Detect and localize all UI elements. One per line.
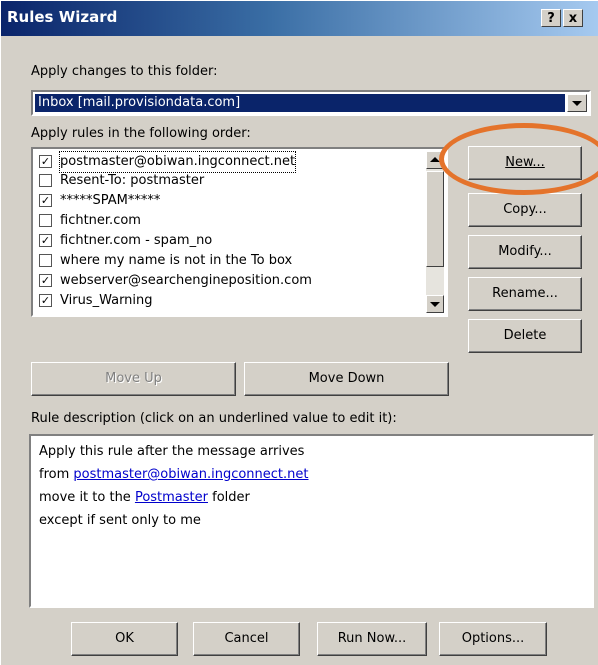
rule-checkbox[interactable]: ✓ <box>39 294 52 307</box>
move-down-button[interactable]: Move Down <box>244 362 449 396</box>
rule-label: where my name is not in the To box <box>60 253 293 268</box>
rule-description-box: Apply this rule after the message arrive… <box>29 434 594 608</box>
chevron-down-icon <box>430 302 440 307</box>
sender-address-link[interactable]: postmaster@obiwan.ingconnect.net <box>73 467 308 482</box>
copy-button-label: Copy... <box>503 202 547 217</box>
rule-checkbox[interactable]: ✓ <box>39 234 52 247</box>
rule-checkbox[interactable]: ✓ <box>39 274 52 287</box>
rule-checkbox[interactable]: ✓ <box>39 194 52 207</box>
rule-item[interactable]: ✓ *****SPAM***** <box>37 191 417 211</box>
delete-rule-button[interactable]: Delete <box>468 319 582 353</box>
description-line: from postmaster@obiwan.ingconnect.net <box>39 467 309 482</box>
rule-label: Resent-To: postmaster <box>60 173 205 188</box>
rule-label: webserver@searchengineposition.com <box>60 273 312 288</box>
dialog-title: Rules Wizard <box>7 8 118 26</box>
description-line: move it to the Postmaster folder <box>39 490 250 505</box>
rule-checkbox[interactable] <box>39 174 52 187</box>
new-button-label: New... <box>505 155 545 170</box>
description-line: Apply this rule after the message arrive… <box>39 444 305 459</box>
ok-button-label: OK <box>115 631 134 646</box>
scroll-thumb[interactable] <box>426 171 444 267</box>
close-button[interactable]: x <box>563 9 583 27</box>
new-rule-button[interactable]: New... <box>468 146 582 180</box>
rules-list[interactable]: ✓ postmaster@obiwan.ingconnect.net Resen… <box>31 147 448 317</box>
rule-item[interactable]: fichtner.com <box>37 211 417 231</box>
rules-wizard-dialog: Rules Wizard ? x Apply changes to this f… <box>0 0 598 665</box>
cancel-button-label: Cancel <box>224 631 269 646</box>
description-line: except if sent only to me <box>39 513 201 528</box>
rule-item[interactable]: ✓ webserver@searchengineposition.com <box>37 271 417 291</box>
rename-button-label: Rename... <box>492 286 558 301</box>
rule-item[interactable]: ✓ fichtner.com - spam_no <box>37 231 417 251</box>
chevron-up-icon <box>430 157 440 162</box>
move-up-label: Move Up <box>105 371 162 386</box>
rule-item[interactable]: where my name is not in the To box <box>37 251 417 271</box>
scroll-up-button[interactable] <box>426 151 444 169</box>
description-text: move it to the <box>39 490 135 505</box>
ok-button[interactable]: OK <box>71 622 178 656</box>
help-button[interactable]: ? <box>541 9 561 27</box>
description-text: folder <box>207 490 250 505</box>
scroll-down-button[interactable] <box>426 295 444 313</box>
rule-label: Virus_Warning <box>60 293 153 308</box>
modify-rule-button[interactable]: Modify... <box>468 235 582 269</box>
rule-label: postmaster@obiwan.ingconnect.net <box>58 151 297 173</box>
rules-order-label: Apply rules in the following order: <box>31 126 251 141</box>
rule-item[interactable]: Resent-To: postmaster <box>37 171 417 191</box>
rename-rule-button[interactable]: Rename... <box>468 277 582 311</box>
move-down-label: Move Down <box>308 371 385 386</box>
target-folder-link[interactable]: Postmaster <box>135 490 208 505</box>
rule-checkbox[interactable] <box>39 254 52 267</box>
rule-item[interactable]: ✓ Virus_Warning <box>37 291 417 311</box>
description-text: from <box>39 467 74 482</box>
rule-description-label: Rule description (click on an underlined… <box>31 411 397 426</box>
dropdown-arrow-button[interactable] <box>567 94 587 112</box>
rule-checkbox[interactable]: ✓ <box>39 155 52 168</box>
rule-item[interactable]: ✓ postmaster@obiwan.ingconnect.net <box>37 151 417 173</box>
copy-rule-button[interactable]: Copy... <box>468 193 582 227</box>
move-up-button[interactable]: Move Up <box>31 362 236 396</box>
options-button-label: Options... <box>461 631 525 646</box>
folder-label: Apply changes to this folder: <box>31 64 218 79</box>
delete-button-label: Delete <box>503 328 547 343</box>
rule-label: *****SPAM***** <box>60 193 161 208</box>
options-button[interactable]: Options... <box>439 622 547 656</box>
run-now-button-label: Run Now... <box>337 631 407 646</box>
rules-list-scrollbar[interactable] <box>426 151 444 313</box>
run-now-button[interactable]: Run Now... <box>317 622 427 656</box>
folder-dropdown[interactable]: Inbox [mail.provisiondata.com] <box>31 90 591 116</box>
title-bar: Rules Wizard ? x <box>1 1 598 36</box>
cancel-button[interactable]: Cancel <box>193 622 300 656</box>
rule-checkbox[interactable] <box>39 214 52 227</box>
rule-label: fichtner.com - spam_no <box>60 233 213 248</box>
rule-label: fichtner.com <box>60 213 141 228</box>
folder-value: Inbox [mail.provisiondata.com] <box>35 94 565 112</box>
modify-button-label: Modify... <box>498 244 552 259</box>
chevron-down-icon <box>572 101 582 106</box>
